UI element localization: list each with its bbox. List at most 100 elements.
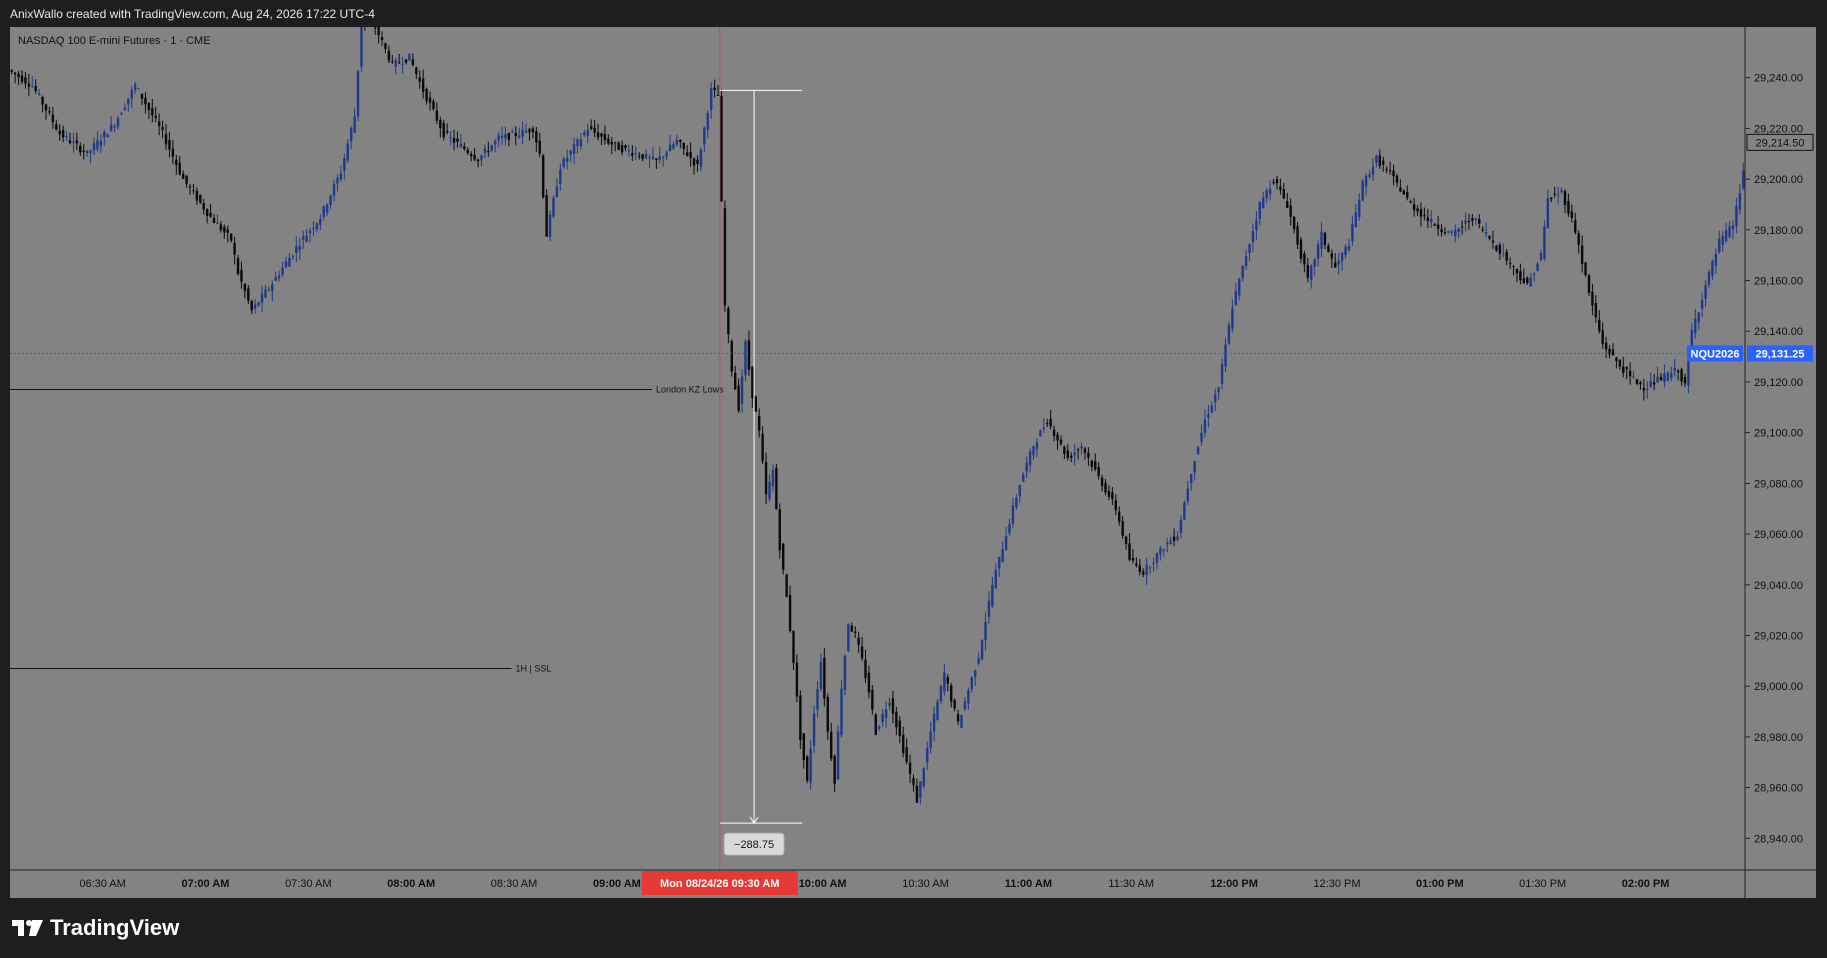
candle-body [175,159,178,165]
candle-body [1303,253,1306,265]
candle-body [1354,212,1358,227]
y-tick-label: 29,180.00 [1754,225,1803,237]
candle-body [463,146,466,150]
candle-body [1148,567,1152,569]
candle-body [315,223,319,230]
candle-body [1666,372,1670,381]
candle-body [1635,379,1639,384]
candle-body [1316,244,1320,259]
candle-body [727,308,730,335]
candle-body [1433,224,1436,226]
candle-body [531,128,535,133]
candle-body [274,277,277,281]
candle-body [44,104,48,111]
x-tick-label: 08:30 AM [491,878,537,890]
tradingview-logo-icon [12,920,43,936]
candle-body [236,258,240,275]
candle-body [768,481,771,500]
y-tick-label: 28,960.00 [1754,783,1803,795]
candle-body [397,62,401,64]
candle-body [538,140,541,154]
candle-body [668,144,672,152]
candle-body [476,159,480,162]
candle-body [1361,180,1364,201]
candle-body [85,150,89,154]
y-tick-label: 28,980.00 [1754,732,1803,744]
candle-body [157,121,161,126]
candle-body [1584,262,1587,276]
candle-body [692,158,696,166]
candle-body [1289,205,1292,217]
candle-body [181,173,185,179]
candle-body [349,128,353,142]
candle-body [1628,370,1632,377]
candle-body [1416,208,1419,212]
tradingview-brand[interactable]: TradingView [12,915,179,941]
candle-body [826,697,829,732]
candle-body [761,433,764,462]
candle-body [161,127,164,130]
candle-body [1310,265,1313,280]
candle-body [1118,511,1121,522]
candle-body [703,127,706,145]
brand-name: TradingView [50,915,180,940]
candle-body [240,269,243,282]
candle-body [432,101,435,109]
candle-body [819,661,823,689]
candle-body [737,385,740,411]
candle-body [185,175,188,184]
candle-body [322,206,325,217]
candle-body [898,720,901,737]
y-tick-label: 29,220.00 [1754,123,1803,135]
candle-body [154,115,157,118]
candle-body [192,190,195,192]
candle-body [1556,194,1560,196]
candle-body [682,142,685,149]
candle-body [613,142,617,144]
candle-body [1207,414,1210,418]
candle-body [1094,461,1097,470]
candle-body [391,61,394,63]
candle-body [1670,373,1673,378]
candle-body [1244,256,1248,266]
candle-body [1460,226,1464,228]
candle-body [511,131,514,133]
symbol-title[interactable]: NASDAQ 100 E-mini Futures · 1 · CME [18,35,211,47]
y-tick-label: 29,100.00 [1754,428,1803,440]
candle-body [75,140,79,144]
candlestick-chart[interactable]: London KZ Lows 1H | SSL Mon 08/24/26 09:3… [10,27,1816,898]
y-tick-label: 29,120.00 [1754,377,1803,389]
candle-body [1663,373,1666,383]
y-tick-label: 29,020.00 [1754,630,1803,642]
candle-body [199,195,202,203]
candle-body [164,133,168,145]
candle-body [946,677,949,684]
candle-body [1423,214,1426,217]
candle-body [1536,263,1539,272]
candle-body [116,118,120,127]
candle-body [428,97,432,103]
candle-body [130,89,133,99]
candle-body [1063,446,1066,455]
candle-body [1522,278,1526,283]
candle-body [1073,452,1076,456]
candle-body [353,116,356,133]
candle-body [802,733,805,761]
chart-frame[interactable]: London KZ Lows 1H | SSL Mon 08/24/26 09:3… [10,27,1816,898]
candle-body [1474,218,1478,220]
candle-body [514,133,517,137]
candle-body [1224,344,1227,367]
candle-body [61,130,65,138]
candle-body [1464,220,1467,224]
candle-body [72,141,75,143]
candle-body [1546,198,1550,229]
candle-body [253,304,257,309]
candle-body [689,151,692,159]
candle-body [277,275,281,279]
candle-body [1111,492,1114,500]
candle-body [1580,245,1584,264]
candle-body [229,233,233,241]
candle-body [1337,260,1340,265]
candle-body [288,257,291,267]
candle-body [133,84,137,91]
